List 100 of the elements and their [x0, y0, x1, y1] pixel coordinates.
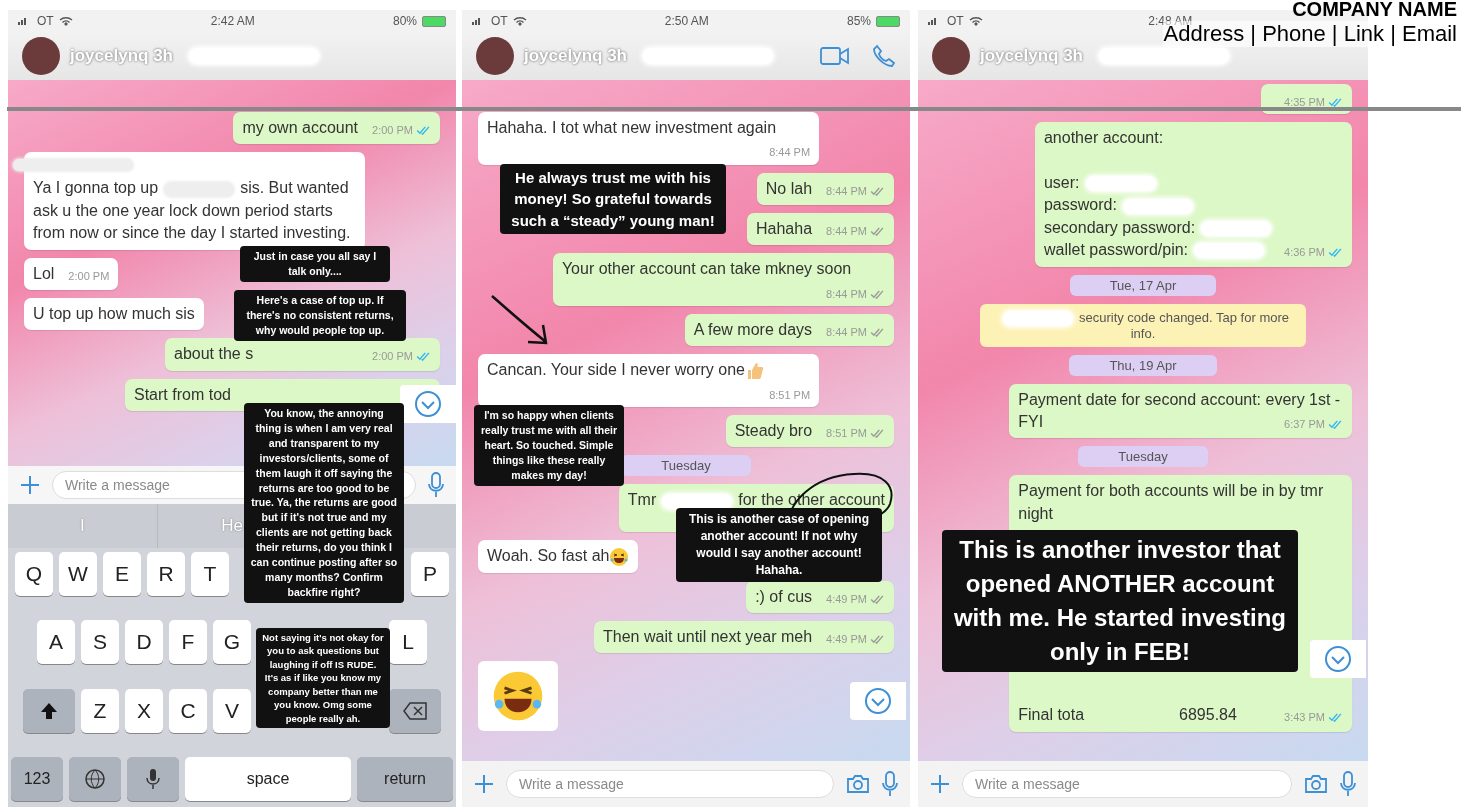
- keyboard-key[interactable]: W: [59, 552, 97, 596]
- keyboard-key[interactable]: Q: [15, 552, 53, 596]
- message-time: 8:44 PM: [826, 287, 867, 301]
- outgoing-message: about the s 2:00 PM: [165, 338, 440, 371]
- incoming-message: Cancan. Your side I never worry one 8:51 PM: [478, 354, 820, 407]
- wifi-icon: [58, 16, 73, 26]
- keyboard-key[interactable]: S: [81, 620, 119, 665]
- keyboard-key[interactable]: G: [213, 620, 251, 665]
- outgoing-message: :) of cus 4:49 PM: [746, 580, 894, 614]
- battery-percent: 80%: [392, 14, 417, 28]
- outgoing-message: Hahaha 8:44 PM: [747, 212, 894, 246]
- carrier-name: OT: [37, 14, 54, 28]
- status-time: 2:42 AM: [210, 14, 255, 28]
- scroll-down-button[interactable]: [400, 385, 456, 423]
- message-input[interactable]: Write a message: [962, 770, 1292, 798]
- keyboard-key[interactable]: L: [389, 620, 427, 665]
- outgoing-message: Steady bro 8:51 PM: [725, 414, 894, 448]
- date-chip: Tue, 17 Apr: [1069, 274, 1217, 296]
- keyboard-key[interactable]: R: [147, 552, 185, 596]
- outgoing-message: Then wait until next year meh 4:49 PM: [594, 621, 894, 654]
- outgoing-message: my own account 2:00 PM: [233, 112, 440, 145]
- dictation-key[interactable]: [127, 757, 179, 801]
- battery-icon: [422, 15, 446, 27]
- outgoing-message: Payment date for second account: every 1st - FYI 6:37 PM: [1009, 383, 1352, 439]
- outgoing-message: another account: user: password: secondary password: wallet password/pin: 4:36 PM: [1034, 122, 1352, 267]
- microphone-icon[interactable]: [882, 771, 898, 797]
- keyboard-key[interactable]: X: [125, 688, 163, 733]
- avatar[interactable]: [22, 37, 60, 75]
- keyboard-key[interactable]: E: [103, 552, 141, 596]
- delete-key[interactable]: [389, 688, 441, 733]
- wifi-icon: [512, 16, 527, 26]
- chevron-down-icon: [1324, 645, 1352, 673]
- message-time: 2:00 PM: [372, 350, 413, 364]
- date-chip: Tuesday: [621, 455, 751, 477]
- keyboard-key[interactable]: D: [125, 620, 163, 665]
- caption-sticker: I'm so happy when clients really trust me with all their heart. So touched. Simple things like these really makes my day!: [474, 405, 624, 486]
- microphone-icon[interactable]: [428, 472, 444, 498]
- chevron-down-icon: [414, 390, 442, 418]
- message-time: 8:51 PM: [826, 426, 867, 441]
- message-time: 2:00 PM: [68, 269, 110, 283]
- caption-sticker: Just in case you all say I talk only....: [240, 246, 390, 282]
- incoming-message: Hahaha. I tot what new investment again 8:44 PM: [478, 112, 820, 165]
- company-name: COMPANY NAME: [1292, 0, 1457, 21]
- message-time: 4:49 PM: [826, 633, 867, 647]
- message-time: 8:44 PM: [826, 325, 867, 340]
- globe-icon: [84, 768, 106, 790]
- status-time: 2:50 AM: [664, 14, 709, 28]
- caption-sticker: This is another investor that opened ANOTHER account with me. He started investing only in FEB!: [942, 530, 1298, 673]
- message-time: 6:37 PM: [1284, 418, 1325, 432]
- camera-icon[interactable]: [1304, 774, 1328, 794]
- incoming-message: U top up how much sis: [24, 297, 204, 331]
- microphone-icon: [146, 768, 160, 790]
- backspace-icon: [403, 701, 427, 720]
- message-time: 3:43 PM: [1284, 711, 1325, 725]
- camera-icon[interactable]: [846, 774, 870, 794]
- plus-icon[interactable]: [930, 774, 950, 794]
- return-key[interactable]: return: [357, 757, 453, 801]
- caption-sticker: This is another case of opening another account! If not why would I say another account! Hahaha.: [676, 508, 882, 583]
- chevron-down-icon: [864, 687, 892, 715]
- date-chip: Thu, 19 Apr: [1069, 354, 1217, 376]
- avatar[interactable]: [932, 37, 970, 75]
- keyboard-key[interactable]: V: [213, 688, 251, 733]
- message-time: 4:35 PM: [1284, 96, 1325, 110]
- battery-icon: [876, 15, 900, 27]
- laughing-face-icon: [609, 547, 630, 568]
- battery-percent: 85%: [846, 14, 871, 28]
- outgoing-message: Your other account can take mkney soon 8:44 PM: [552, 253, 894, 306]
- globe-key[interactable]: [69, 757, 121, 801]
- phone-icon[interactable]: [872, 44, 896, 68]
- keyboard-key[interactable]: C: [169, 688, 207, 733]
- carrier-name: OT: [947, 14, 964, 28]
- incoming-message: Woah. So fast ah: [478, 540, 639, 573]
- keyboard-key[interactable]: T: [191, 552, 229, 596]
- caption-sticker: He always trust me with his money! So grateful towards such a “steady” young man!: [500, 164, 726, 234]
- microphone-icon[interactable]: [1340, 771, 1356, 797]
- security-notice[interactable]: security code changed. Tap for more info.: [980, 303, 1306, 347]
- date-chip: Tuesday: [1078, 446, 1208, 468]
- message-time: 8:44 PM: [769, 146, 811, 160]
- avatar[interactable]: [476, 37, 514, 75]
- plus-icon[interactable]: [20, 475, 40, 495]
- message-input[interactable]: Write a message: [506, 770, 834, 798]
- caption-sticker: Here's a case of top up. If there's no consistent returns, why would people top up.: [234, 290, 406, 341]
- message-time: 2:00 PM: [372, 124, 413, 138]
- keyboard-key[interactable]: P: [411, 552, 449, 596]
- wifi-icon: [968, 16, 983, 26]
- keyboard-key[interactable]: Z: [81, 688, 119, 733]
- outgoing-message: No lah 8:44 PM: [756, 172, 894, 205]
- video-call-icon[interactable]: [820, 45, 850, 67]
- outgoing-message: A few more days 8:44 PM: [684, 313, 894, 347]
- message-time: 4:36 PM: [1284, 246, 1325, 260]
- incoming-message: Lol 2:00 PM: [24, 257, 119, 290]
- keyboard-key[interactable]: F: [169, 620, 207, 665]
- message-time: 8:51 PM: [769, 388, 811, 402]
- shift-key[interactable]: [23, 688, 75, 733]
- keyboard-key[interactable]: A: [37, 620, 75, 665]
- space-key[interactable]: space: [185, 757, 351, 801]
- numbers-key[interactable]: 123: [11, 757, 63, 801]
- message-time: 8:44 PM: [826, 184, 867, 198]
- message-time: 4:49 PM: [826, 592, 867, 606]
- plus-icon[interactable]: [474, 774, 494, 794]
